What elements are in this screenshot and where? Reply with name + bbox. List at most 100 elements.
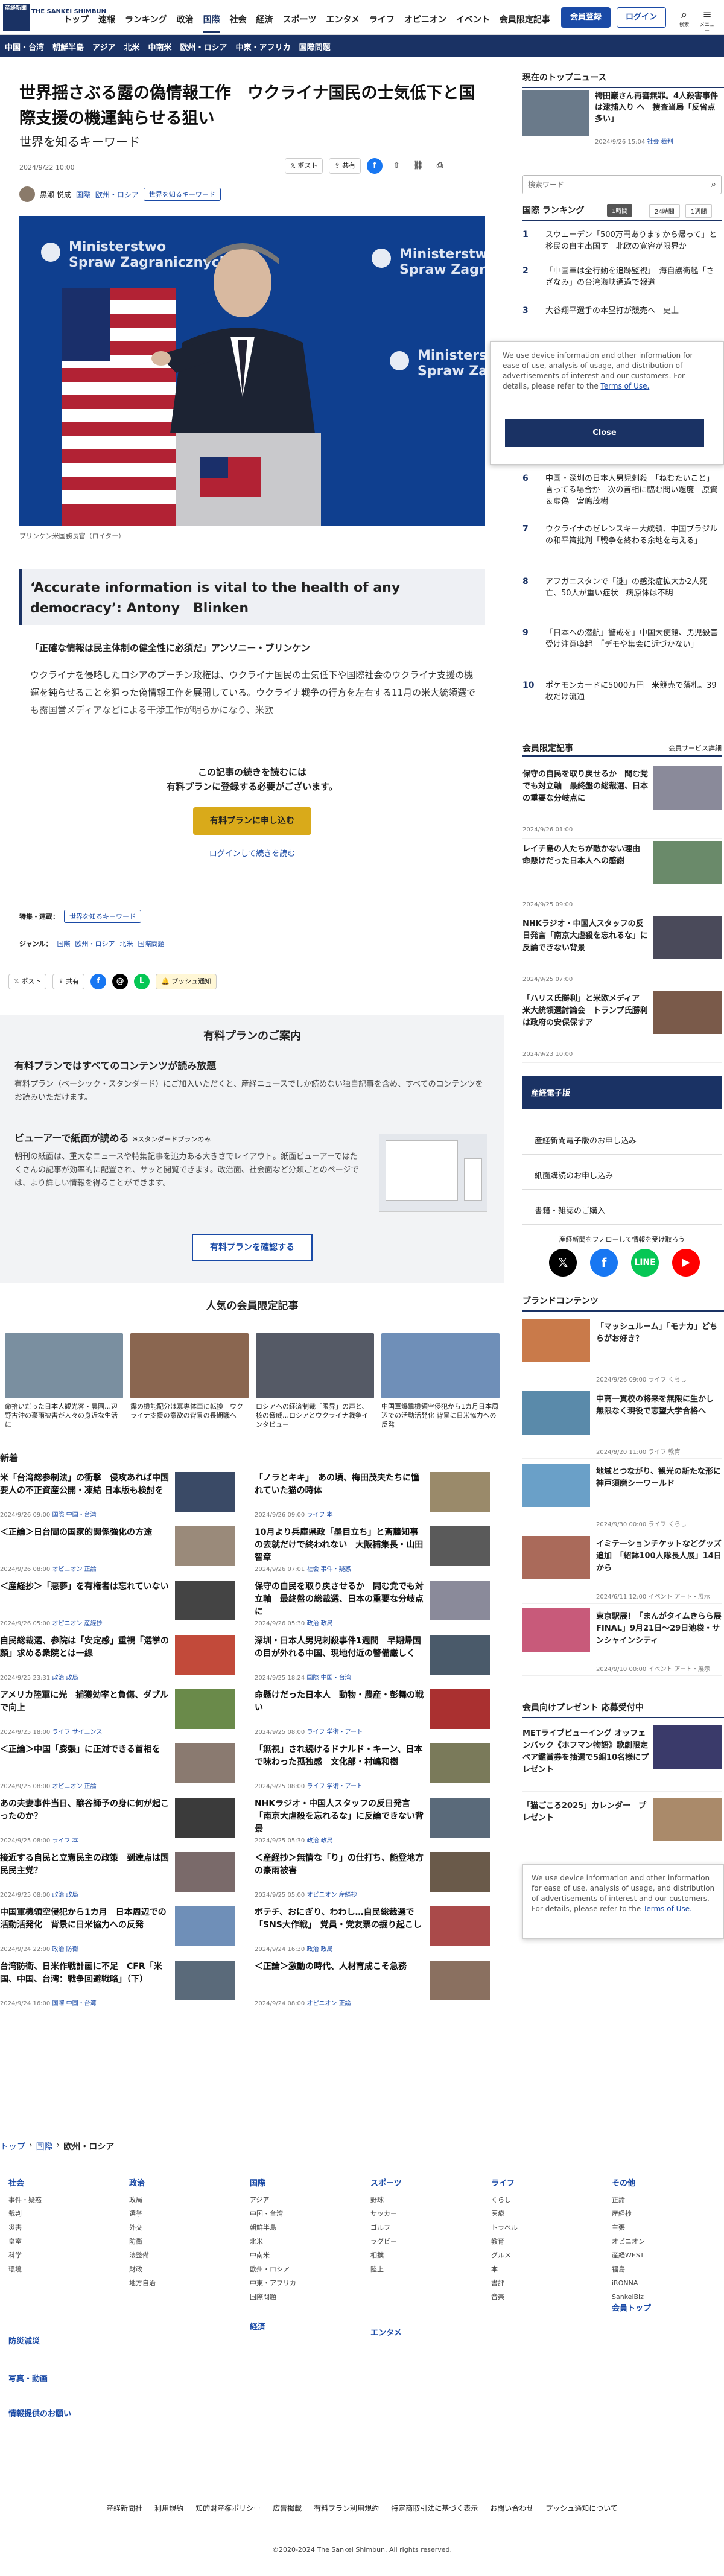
menu-button[interactable]: ≡ メニュー [699, 8, 716, 34]
news-subcategory[interactable]: 政局 [321, 1620, 333, 1627]
brand-sub[interactable]: アート・展示 [675, 1666, 710, 1673]
nav-item[interactable]: 会員限定記事 [500, 13, 550, 33]
footer-column-heading[interactable]: スポーツ [370, 2177, 402, 2191]
news-subcategory[interactable]: 政局 [321, 1946, 333, 1953]
present-item[interactable]: 「猫ごころ2025」カレンダー プレゼント [522, 1798, 722, 1864]
nav-item[interactable]: 速報 [98, 13, 115, 33]
footer-column-heading[interactable]: 社会 [8, 2177, 42, 2191]
genre-tag-4[interactable]: 国際問題 [138, 939, 164, 948]
news-item[interactable]: 台湾防衛、日米作戦計画に不足 CFR「米国、中国、台湾：戦争回避戦略」（下） 20… [0, 1961, 235, 2007]
news-category[interactable]: 政治 [306, 1620, 319, 1627]
footer-column-heading[interactable]: ライフ [491, 2177, 518, 2191]
footer-link[interactable]: 医療 [491, 2207, 518, 2221]
footer-link[interactable]: アジア [250, 2193, 296, 2207]
footer-extra-heading[interactable]: 会員トップ [612, 2302, 651, 2315]
brand-sub[interactable]: 教育 [668, 1449, 681, 1456]
keyword-tag[interactable]: 世界を知るキーワード [143, 188, 221, 201]
brand-sub[interactable]: アート・展示 [675, 1594, 710, 1600]
nav-item[interactable]: トップ [63, 13, 89, 33]
genre-tag-1[interactable]: 国際 [57, 939, 70, 948]
news-category[interactable]: ライフ [52, 1729, 70, 1736]
footer-extra-heading[interactable]: エンタメ [370, 2326, 402, 2340]
news-subcategory[interactable]: 本 [327, 1512, 333, 1518]
youtube-icon[interactable]: ▶ [672, 1249, 700, 1277]
news-subcategory[interactable]: 産経抄 [339, 1892, 357, 1899]
footer-link[interactable]: 教育 [491, 2235, 518, 2248]
nav-item[interactable]: 社会 [230, 13, 247, 33]
footer-bar-link[interactable]: 産経新聞社 [106, 2503, 142, 2522]
footer-link[interactable]: くらし [491, 2193, 518, 2207]
side-link[interactable]: 書籍・雑誌のご購入 [522, 1196, 722, 1225]
ranking-item[interactable]: 2 「中国軍は全行動を追跡監視」 海自護衛艦「さざなみ」の台湾海峡通過で報道 [522, 265, 722, 288]
brand-item[interactable]: 中高一貫校の将来を無限に生かし 無限なく現役で志望大学合格へ 2024/9/20 … [522, 1391, 722, 1459]
news-subcategory[interactable]: 政局 [66, 1892, 78, 1899]
footer-link[interactable]: 産経WEST [612, 2248, 645, 2262]
subnav-item[interactable]: アジア [92, 41, 115, 52]
sidebar-search-input[interactable] [523, 176, 698, 194]
tag-international[interactable]: 国際 [76, 189, 91, 200]
login-to-read-link[interactable]: ログインして続きを読む [19, 847, 485, 858]
footer-link[interactable]: 事件・疑惑 [8, 2193, 42, 2207]
news-category[interactable]: ライフ [306, 1783, 325, 1790]
footer-bar-link[interactable]: プッシュ通知について [545, 2503, 618, 2522]
footer-link[interactable]: 朝鮮半島 [250, 2221, 296, 2235]
brand-item[interactable]: 東京駅展！「まんがタイムきらら展FINAL」9月21日〜29日池袋・サンシャイン… [522, 1608, 722, 1676]
subnav-item[interactable]: 欧州・ロシア [180, 41, 227, 52]
member-item[interactable]: 保守の自民を取り戻せるか 問む党でも対立軸 最終盤の総裁選、日本の重要な分岐点に… [522, 766, 722, 839]
footer-link[interactable]: 科学 [8, 2248, 42, 2262]
member-more-link[interactable]: 会員サービス詳細 [668, 743, 722, 753]
footer-extra-heading[interactable]: 経済 [250, 2320, 265, 2334]
news-item[interactable]: ＜産経抄＞「悪夢」を有権者は忘れていない 2024/9/26 05:00 オピニオ… [0, 1581, 235, 1627]
news-subcategory[interactable]: 学術・アート [327, 1729, 363, 1736]
footer-link[interactable]: 外交 [129, 2221, 156, 2235]
news-category[interactable]: 政治 [306, 1946, 319, 1953]
nav-item[interactable]: 経済 [256, 13, 273, 33]
site-logo[interactable]: 産経新聞 [3, 4, 30, 31]
nav-item[interactable]: 政治 [177, 13, 194, 33]
footer-link[interactable]: グルメ [491, 2248, 518, 2262]
footer-link[interactable]: 北米 [250, 2235, 296, 2248]
news-category[interactable]: オピニオン [306, 2000, 337, 2007]
ranking-item[interactable]: 7 ウクライナのゼレンスキー大統領、中国ブラジルの和平策批判「戦争を終わる余地を与… [522, 524, 722, 547]
news-item[interactable]: あの夫妻事件当日、醸谷師予の身に何が起こったのか？ 2024/9/25 08:00… [0, 1798, 235, 1844]
news-category[interactable]: ライフ [52, 1838, 70, 1844]
news-item[interactable]: ＜正論＞中国「膨張」に正対できる首相を 2024/9/25 08:00 オピニオン… [0, 1743, 235, 1790]
side-link[interactable]: 紙面購読のお申し込み [522, 1161, 722, 1190]
threads-icon[interactable]: @ [112, 974, 129, 989]
news-category[interactable]: オピニオン [52, 1620, 82, 1627]
footer-link[interactable]: 福島 [612, 2262, 645, 2276]
footer-link[interactable]: 音楽 [491, 2290, 518, 2304]
ranking-item[interactable]: 1 スウェーデン「500万円ありますから帰って」と移民の自主出国す 北欧の寛容が限… [522, 229, 722, 252]
sankei-banner[interactable]: 産経電子版 [522, 1076, 722, 1109]
breadcrumb-item[interactable]: トップ [0, 2140, 25, 2152]
news-subcategory[interactable]: 事件・疑惑 [321, 1566, 351, 1573]
news-category[interactable]: ライフ [306, 1512, 325, 1518]
footer-extra-heading[interactable]: 情報提供のお願い [8, 2407, 71, 2421]
subnav-item[interactable]: 中国・台湾 [5, 41, 44, 52]
ranking-tab-24h[interactable]: 24時間 [649, 204, 680, 218]
subnav-item[interactable]: 国際問題 [299, 41, 331, 52]
news-item[interactable]: 10月より兵庫県政「墨目立ち」と斎藤知事の去就だけで終われない 大阪補集長・山田… [255, 1526, 490, 1573]
footer-link[interactable]: iRONNA [612, 2276, 645, 2290]
feature-tag[interactable]: 世界を知るキーワード [64, 910, 141, 923]
footer-bar-link[interactable]: 知的財産権ポリシー [195, 2503, 261, 2522]
footer-column-heading[interactable]: 政治 [129, 2177, 156, 2191]
news-subcategory[interactable]: 正論 [339, 2000, 351, 2007]
link-icon[interactable]: ⛓ [410, 158, 427, 174]
footer-link[interactable]: 正論 [612, 2193, 645, 2207]
footer-link[interactable]: 中南米 [250, 2248, 296, 2262]
news-item[interactable]: 中国軍機領空侵犯から1カ月 日本周辺での活動活発化 背景に日米協力への反発 202… [0, 1906, 235, 1953]
breadcrumb-item[interactable]: 欧州・ロシア [63, 2140, 114, 2152]
brand-item[interactable]: イミテーションチケットなどグッズ追加 「紹鉢100人隊長人展」14日から 2024… [522, 1536, 722, 1604]
news-subcategory[interactable]: 正論 [84, 1566, 97, 1573]
line-icon[interactable]: LINE [631, 1249, 659, 1277]
news-subcategory[interactable]: 政局 [66, 1675, 78, 1681]
brand-sub[interactable]: くらし [668, 1377, 687, 1383]
subnav-item[interactable]: 中東・アフリカ [236, 41, 291, 52]
news-item[interactable]: ボテチ、おにぎり、わわし…自民総裁選で「SNS大作戦」 党員・党友票の掘り起こし… [255, 1906, 490, 1953]
present-item[interactable]: METライブビューイング オッフェンバック《ホフマン物語》歌劇限定 ペア鑑賞券を… [522, 1725, 722, 1792]
top-news-item[interactable]: 袴田巖さん再審無罪。4人殺害事件は逮捕入り へ 捜査当局「反省点多い」 2024… [522, 90, 722, 145]
footer-link[interactable]: 財政 [129, 2262, 156, 2276]
subnav-item[interactable]: 北米 [124, 41, 140, 52]
news-item[interactable]: 自民総裁選、参院は「安定感」重視「選挙の顔」求める衆院とは一線 2024/9/25… [0, 1635, 235, 1681]
